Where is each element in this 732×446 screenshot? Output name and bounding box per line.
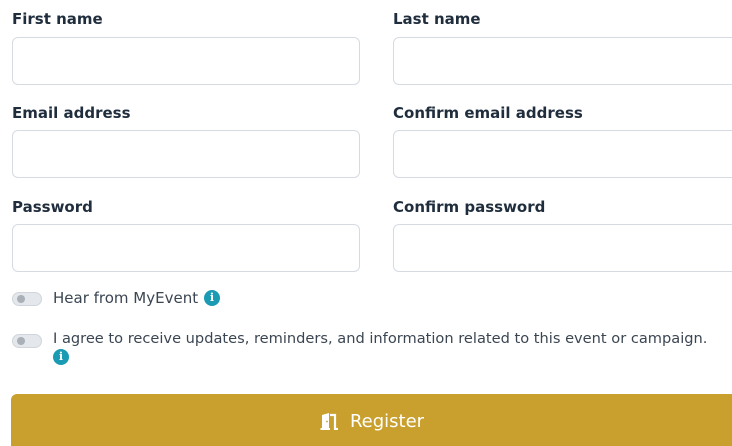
email-label: Email address xyxy=(12,104,131,122)
last-name-input[interactable] xyxy=(393,37,732,85)
email-input[interactable] xyxy=(12,130,360,178)
register-button-label: Register xyxy=(349,410,425,432)
password-label: Password xyxy=(12,198,93,216)
password-input[interactable] xyxy=(12,224,360,272)
confirm-email-label: Confirm email address xyxy=(393,104,583,122)
info-icon[interactable]: i xyxy=(204,290,220,306)
door-open-icon xyxy=(320,413,338,430)
confirm-email-input[interactable] xyxy=(393,130,732,178)
first-name-input[interactable] xyxy=(12,37,360,85)
register-button-content: Register xyxy=(320,411,424,432)
confirm-password-input[interactable] xyxy=(393,224,732,272)
agree-updates-label: I agree to receive updates, reminders, a… xyxy=(53,330,708,347)
last-name-label: Last name xyxy=(393,10,481,28)
register-button[interactable]: Register xyxy=(11,394,732,446)
hear-from-myevent-label: Hear from MyEvent xyxy=(53,289,199,307)
toggle-knob xyxy=(17,337,25,345)
registration-form: First name Last name Email address Confi… xyxy=(0,0,732,446)
first-name-label: First name xyxy=(12,10,103,28)
confirm-password-label: Confirm password xyxy=(393,198,546,216)
toggle-knob xyxy=(17,295,25,303)
hear-from-myevent-toggle[interactable] xyxy=(12,292,42,306)
info-icon[interactable]: i xyxy=(53,349,69,365)
agree-updates-toggle[interactable] xyxy=(12,334,42,348)
